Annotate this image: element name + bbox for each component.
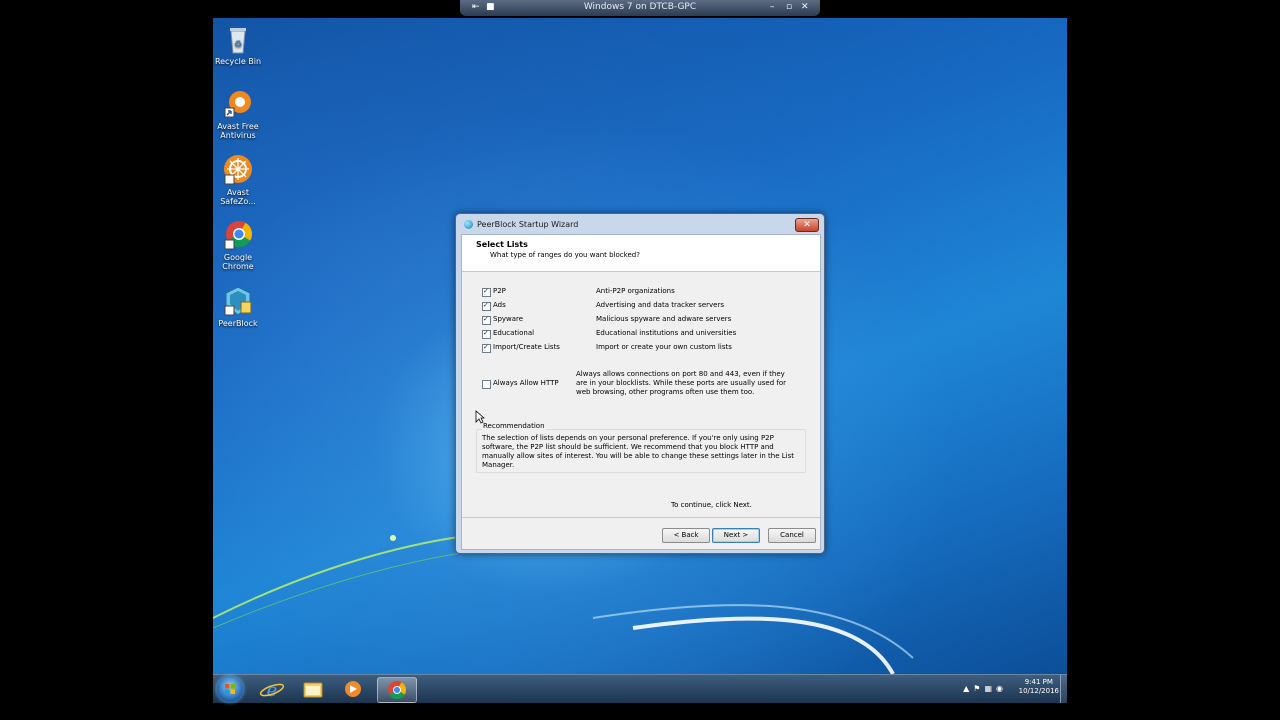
system-tray-icons[interactable]: ▲⚑▦◉ bbox=[963, 684, 1007, 693]
windows-logo-icon bbox=[225, 684, 235, 694]
clock[interactable]: 9:41 PM 10/12/2016 bbox=[1019, 678, 1059, 696]
action-center-flag-icon[interactable]: ⚑ bbox=[973, 684, 984, 693]
desktop-icon-label: Avast bbox=[227, 188, 249, 197]
desktop-icon-label: SafeZo... bbox=[220, 197, 256, 206]
wizard-client-area: Select Lists What type of ranges do you … bbox=[461, 234, 821, 550]
peerblock-app-icon bbox=[464, 220, 473, 229]
ads-label: Ads bbox=[493, 301, 506, 309]
desktop-icon-label: Recycle Bin bbox=[214, 57, 262, 66]
taskbar-internet-explorer[interactable]: e bbox=[254, 677, 290, 701]
always-allow-http-checkbox[interactable] bbox=[482, 380, 491, 389]
peerblock-wizard-window: PeerBlock Startup Wizard ✕ Select Lists … bbox=[455, 213, 825, 554]
desktop-icon-google-chrome[interactable]: Google Chrome bbox=[213, 219, 265, 271]
internet-explorer-icon: e bbox=[259, 680, 285, 701]
window-titlebar[interactable]: PeerBlock Startup Wizard ✕ bbox=[456, 214, 824, 234]
show-desktop-button[interactable] bbox=[1060, 675, 1067, 703]
peerblock-icon bbox=[222, 285, 254, 317]
recommendation-title: Recommendation bbox=[482, 422, 546, 430]
clock-time: 9:41 PM bbox=[1024, 678, 1053, 686]
svg-text:e: e bbox=[267, 680, 278, 701]
taskbar-media-player[interactable] bbox=[335, 677, 371, 701]
recycle-bin-icon: ♻ bbox=[222, 23, 254, 55]
media-player-icon bbox=[345, 681, 361, 697]
recommendation-text: The selection of lists depends on your p… bbox=[482, 434, 794, 469]
cancel-button[interactable]: Cancel bbox=[768, 528, 816, 543]
wizard-header: Select Lists What type of ranges do you … bbox=[462, 235, 820, 272]
taskbar: e ▲⚑▦◉ 9:41 PM 10/12/2016 bbox=[213, 674, 1067, 703]
remote-session-bar: ⇤ ■ Windows 7 on DTCB-GPC – ▫ ✕ bbox=[460, 0, 820, 16]
taskbar-file-explorer[interactable] bbox=[295, 677, 331, 701]
safezone-icon bbox=[222, 154, 254, 186]
import-create-label: Import/Create Lists bbox=[493, 343, 560, 351]
desktop-icon-peerblock[interactable]: PeerBlock bbox=[213, 285, 265, 328]
import-create-description: Import or create your own custom lists bbox=[596, 343, 732, 351]
p2p-description: Anti-P2P organizations bbox=[596, 287, 675, 295]
desktop-icon-label: Google bbox=[223, 253, 253, 262]
desktop-icon-recycle-bin[interactable]: ♻ Recycle Bin bbox=[213, 23, 265, 66]
svg-text:♻: ♻ bbox=[234, 40, 242, 50]
desktop-icon-label: Avast Free bbox=[217, 122, 259, 131]
network-icon[interactable]: ▦ bbox=[984, 684, 996, 693]
educational-checkbox[interactable] bbox=[482, 329, 491, 339]
desktop-icon-label: Antivirus bbox=[220, 131, 256, 140]
import-create-checkbox[interactable] bbox=[482, 343, 491, 353]
avast-icon bbox=[222, 88, 254, 120]
educational-description: Educational institutions and universitie… bbox=[596, 329, 737, 337]
window-close-button[interactable]: ✕ bbox=[795, 218, 819, 232]
folder-icon bbox=[303, 682, 323, 698]
window-title: PeerBlock Startup Wizard bbox=[477, 220, 579, 229]
ads-description: Advertising and data tracker servers bbox=[596, 301, 724, 309]
taskbar-google-chrome[interactable] bbox=[377, 677, 417, 703]
minimize-icon[interactable]: – bbox=[770, 2, 775, 12]
always-allow-http-description: Always allows connections on port 80 and… bbox=[576, 370, 787, 396]
page-subtitle: What type of ranges do you want blocked? bbox=[490, 251, 640, 259]
chrome-icon bbox=[222, 219, 254, 251]
desktop-icon-label: PeerBlock bbox=[218, 319, 258, 328]
button-separator bbox=[462, 517, 820, 518]
p2p-label: P2P bbox=[493, 287, 506, 295]
desktop-icon-label: Chrome bbox=[222, 262, 254, 271]
spyware-checkbox[interactable] bbox=[482, 315, 491, 325]
page-title: Select Lists bbox=[476, 240, 528, 249]
back-button[interactable]: < Back bbox=[662, 528, 710, 543]
continue-hint: To continue, click Next. bbox=[671, 501, 752, 509]
desktop-icon-avast-free-antivirus[interactable]: Avast Free Antivirus bbox=[213, 88, 265, 140]
session-title: Windows 7 on DTCB-GPC bbox=[583, 2, 697, 12]
spyware-description: Malicious spyware and adware servers bbox=[596, 315, 732, 323]
volume-icon[interactable]: ◉ bbox=[996, 684, 1007, 693]
start-button[interactable] bbox=[217, 676, 243, 702]
clock-date: 10/12/2016 bbox=[1018, 687, 1059, 695]
spyware-label: Spyware bbox=[493, 315, 524, 323]
chrome-icon bbox=[388, 681, 407, 700]
educational-label: Educational bbox=[493, 329, 535, 337]
desktop-icon-avast-safezone[interactable]: Avast SafeZo... bbox=[213, 154, 265, 206]
p2p-checkbox[interactable] bbox=[482, 287, 491, 297]
always-allow-http-label: Always Allow HTTP bbox=[493, 379, 559, 387]
show-hidden-icons-icon[interactable]: ▲ bbox=[963, 684, 973, 693]
restore-icon[interactable]: ▫ bbox=[786, 2, 792, 12]
mouse-cursor-icon bbox=[475, 410, 485, 424]
next-button[interactable]: Next > bbox=[712, 528, 760, 543]
close-icon[interactable]: ✕ bbox=[801, 2, 809, 12]
ads-checkbox[interactable] bbox=[482, 301, 491, 311]
